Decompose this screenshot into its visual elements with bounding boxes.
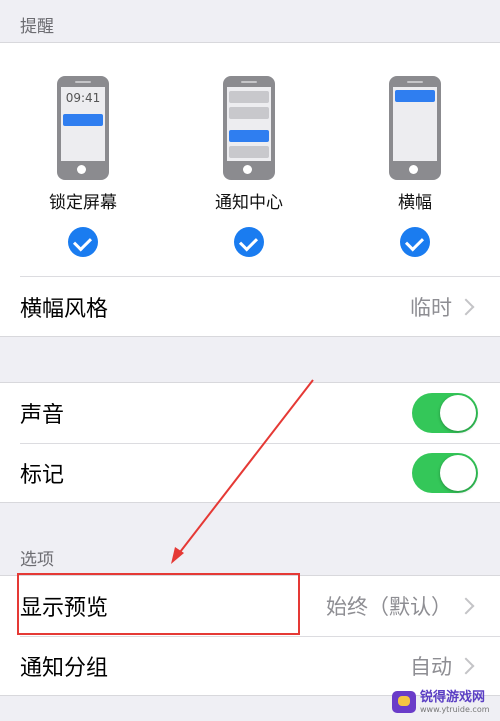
notification-placeholder <box>229 146 269 158</box>
phone-screen <box>227 87 271 161</box>
banner-notification <box>395 90 435 102</box>
banner-label: 横幅 <box>398 193 432 213</box>
badges-row: 标记 <box>0 443 500 503</box>
sounds-badges-group: 声音 标记 <box>0 382 500 503</box>
chevron-right-icon <box>457 597 475 615</box>
banner-style-label: 横幅风格 <box>20 297 109 322</box>
watermark-logo-icon <box>392 691 416 713</box>
phone-speaker <box>75 81 91 83</box>
banner-style-row[interactable]: 横幅风格 临时 <box>0 277 500 337</box>
alert-styles-group: 09:41 锁定屏幕 通知中心 横幅 横幅风格 临时 <box>0 42 500 337</box>
phone-home-button <box>409 165 418 174</box>
banner-style-value: 临时 <box>410 296 452 320</box>
annotation-highlight-box <box>17 573 300 635</box>
notification-grouping-value: 自动 <box>410 655 452 679</box>
notification-center-phone-icon[interactable] <box>223 76 275 180</box>
phone-home-button <box>243 165 252 174</box>
banner-phone-icon[interactable] <box>389 76 441 180</box>
phone-screen: 09:41 <box>61 87 105 161</box>
sounds-label: 声音 <box>20 403 65 428</box>
notification-placeholder <box>229 107 269 119</box>
badges-toggle[interactable] <box>412 453 478 493</box>
notification-placeholder <box>229 91 269 103</box>
watermark: 锐得游戏网 www.ytruide.com <box>392 683 500 721</box>
banner-checkmark-icon[interactable] <box>400 227 430 257</box>
lock-screen-checkmark-icon[interactable] <box>68 227 98 257</box>
notification-grouping-label: 通知分组 <box>20 656 109 681</box>
chevron-right-icon <box>457 298 475 316</box>
badges-label: 标记 <box>20 463 65 488</box>
lock-screen-phone-icon[interactable]: 09:41 <box>57 76 109 180</box>
section-header-options: 选项 <box>20 550 54 570</box>
notification-center-highlight <box>229 130 269 142</box>
phone-speaker <box>241 81 257 83</box>
lock-screen-notification <box>63 114 103 126</box>
watermark-text: 锐得游戏网 www.ytruide.com <box>420 690 490 715</box>
chevron-right-icon <box>457 657 475 675</box>
sounds-row: 声音 <box>0 383 500 443</box>
sounds-toggle[interactable] <box>412 393 478 433</box>
phone-home-button <box>77 165 86 174</box>
watermark-url: www.ytruide.com <box>420 704 490 714</box>
phone-speaker <box>407 81 423 83</box>
section-header-alerts: 提醒 <box>20 17 54 37</box>
phone-screen <box>393 87 437 161</box>
watermark-title: 锐得游戏网 <box>420 689 486 705</box>
notification-center-label: 通知中心 <box>215 193 283 213</box>
notification-center-checkmark-icon[interactable] <box>234 227 264 257</box>
toggle-knob <box>440 455 476 491</box>
toggle-knob <box>440 395 476 431</box>
lock-screen-time: 09:41 <box>65 91 101 105</box>
lock-screen-label: 锁定屏幕 <box>49 193 117 213</box>
show-previews-value: 始终（默认） <box>326 595 452 619</box>
